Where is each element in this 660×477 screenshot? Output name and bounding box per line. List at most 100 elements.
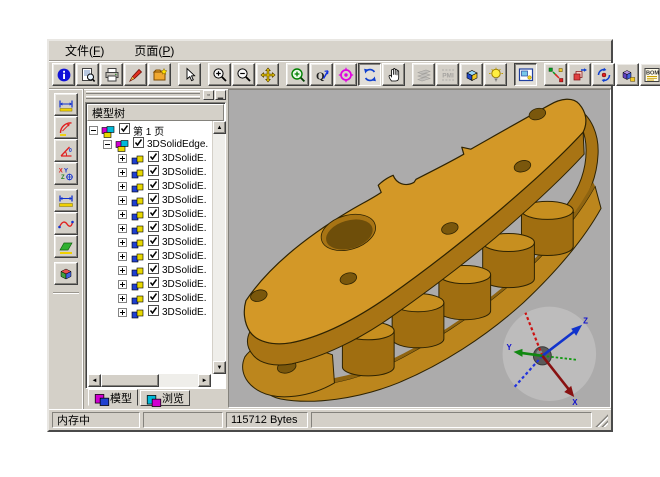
layers-button[interactable] [412,63,435,86]
resize-grip[interactable] [595,414,608,427]
tree-checkbox[interactable] [146,179,162,193]
tree-row-solid[interactable]: 3DSolidE. [87,305,212,319]
tree-checkbox[interactable] [146,263,162,277]
print-button[interactable] [100,63,123,86]
menu-item-p[interactable]: 页面(P) [132,41,176,60]
rotate-target-icon [338,67,354,83]
about-button[interactable] [52,63,75,86]
print-preview-icon [80,67,96,83]
rotate-icon [362,67,378,83]
tab-browse[interactable]: 浏览 [140,390,190,406]
tree-row-solid[interactable]: 3DSolidE. [87,263,212,277]
tree-horizontal-scrollbar[interactable]: ◄ ► [88,374,211,387]
zoom-window-button[interactable] [286,63,309,86]
tree-checkbox[interactable] [117,123,133,137]
tree-row-solid[interactable]: 3DSolidE. [87,193,212,207]
scroll-right-button[interactable]: ► [198,374,211,387]
tree-label: 3DSolidE. [162,293,206,304]
zoom-dynamic-button[interactable]: Q [310,63,333,86]
dimension-horizontal-button[interactable] [54,93,78,116]
tree-checkbox[interactable] [146,305,162,319]
solid-node-icon [130,292,146,305]
tree-row-assembly[interactable]: 3DSolidEdge. [87,137,212,151]
tree-label: 3DSolidE. [162,153,206,164]
tree-checkbox[interactable] [146,291,162,305]
tree-row-solid[interactable]: 3DSolidE. [87,151,212,165]
select-cursor-button[interactable] [178,63,201,86]
page-node-icon [101,124,117,137]
status-cell-memory: 内存中 [52,412,140,428]
tree-row-solid[interactable]: 3DSolidE. [87,165,212,179]
assembly-button[interactable] [616,63,639,86]
tree-checkbox[interactable] [146,277,162,291]
panel-gripper[interactable]: ▫ ▁ [85,90,226,102]
toolbar-group: BOM [544,63,660,86]
tree-checkbox[interactable] [146,151,162,165]
dimension-curve-button[interactable] [54,212,78,235]
tree-checkbox[interactable] [146,221,162,235]
tree-checkbox[interactable] [131,137,147,151]
dimension-ordinate-button[interactable]: XYZ [54,162,78,185]
toolbar-group: Q [286,63,405,86]
rotate-button[interactable] [358,63,381,86]
measure-solid-button[interactable] [54,262,78,285]
panel-hide-button[interactable]: ▁ [215,90,226,100]
export-button[interactable] [148,63,171,86]
main-toolbar: QPMIBOM [49,61,611,89]
bom-button[interactable]: BOM [640,63,660,86]
dimension-angle-button[interactable]: 0 [54,139,78,162]
tree-row-solid[interactable]: 3DSolidE. [87,221,212,235]
scroll-up-button[interactable]: ▲ [213,121,226,134]
zoom-out-button[interactable] [232,63,255,86]
lamp-icon [488,67,504,83]
toolbar-group [208,63,279,86]
edit-pen-button[interactable] [124,63,147,86]
rotate-target-button[interactable] [334,63,357,86]
page-frame-button[interactable] [514,63,537,86]
status-bar: 内存中 115712 Bytes [49,409,611,430]
tree-label: 3DSolidE. [162,181,206,192]
print-preview-button[interactable] [76,63,99,86]
svg-text:Z: Z [583,317,588,326]
tree-row-solid[interactable]: 3DSolidE. [87,249,212,263]
viewport-3d[interactable]: Z Y X [228,89,611,408]
scroll-down-button[interactable]: ▼ [213,361,226,374]
tree-checkbox[interactable] [146,249,162,263]
pan-hand-button[interactable] [382,63,405,86]
tree-row-solid[interactable]: 3DSolidE. [87,207,212,221]
lamp-button[interactable] [484,63,507,86]
scrollbar-thumb[interactable] [101,374,159,387]
dimension-radius-button[interactable] [54,116,78,139]
scroll-left-button[interactable]: ◄ [88,374,101,387]
tree-checkbox[interactable] [146,207,162,221]
tree-label: 3DSolidE. [162,307,206,318]
spin-view-button[interactable] [592,63,615,86]
model-tab-icon [94,392,107,403]
tree-row-solid[interactable]: 3DSolidE. [87,291,212,305]
tree-row-solid[interactable]: 3DSolidE. [87,179,212,193]
pan-arrows-button[interactable] [256,63,279,86]
menu-bar: 文件(F) 页面(P) [49,41,611,61]
move-part-button[interactable] [568,63,591,86]
pmi-button[interactable]: PMI [436,63,459,86]
zoom-in-button[interactable] [208,63,231,86]
menu-item-f[interactable]: 文件(F) [63,41,106,60]
panel-float-button[interactable]: ▫ [203,90,214,100]
tree-checkbox[interactable] [146,193,162,207]
edit-pen-icon [128,67,144,83]
print-icon [104,67,120,83]
tree-row-solid[interactable]: 3DSolidE. [87,277,212,291]
tree-row-page[interactable]: 第 1 页 [87,123,212,137]
dimension-distance-button[interactable] [54,189,78,212]
solid-node-icon [130,236,146,249]
dimension-area-button[interactable] [54,235,78,258]
tree-checkbox[interactable] [146,235,162,249]
tab-model[interactable]: 模型 [88,389,138,406]
svg-text:PMI: PMI [442,72,454,79]
tree-row-solid[interactable]: 3DSolidE. [87,235,212,249]
view-cube-button[interactable] [460,63,483,86]
tree-vertical-scrollbar[interactable]: ▲ ▼ [212,121,225,374]
explode-parts-button[interactable] [544,63,567,86]
tree-checkbox[interactable] [146,165,162,179]
toolbar-group [52,63,171,86]
